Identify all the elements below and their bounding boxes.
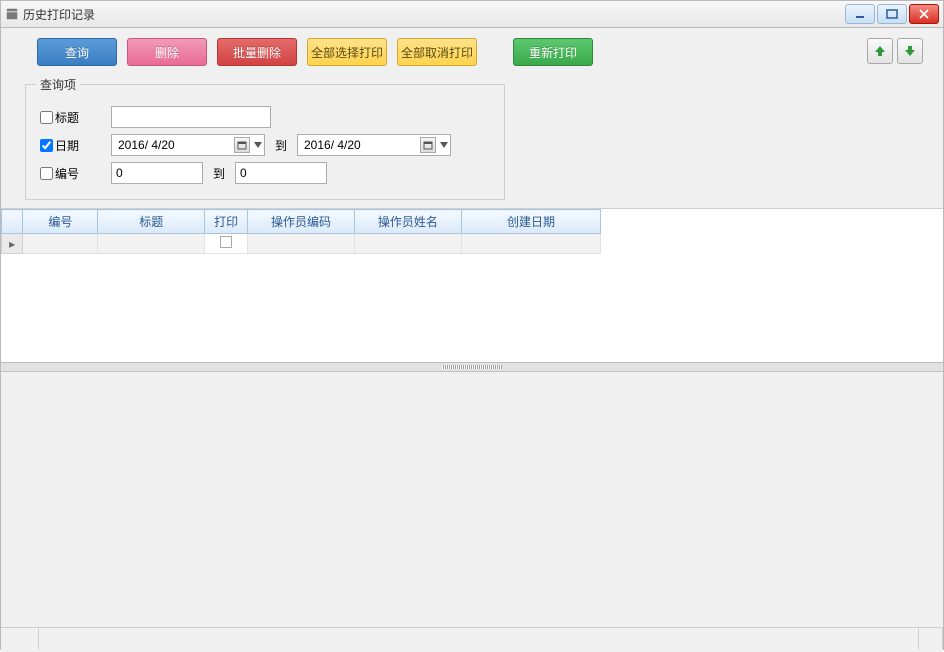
id-from-input[interactable]: [111, 162, 203, 184]
toolbar: 查询 删除 批量删除 全部选择打印 全部取消打印 重新打印: [1, 28, 943, 76]
results-table-area: 编号 标题 打印 操作员编码 操作员姓名 创建日期 ▸: [1, 208, 943, 362]
splitter-grip-icon: [442, 365, 502, 369]
date-to-picker[interactable]: 2016/ 4/20: [297, 134, 451, 156]
move-down-button[interactable]: [897, 38, 923, 64]
app-icon: [5, 7, 19, 21]
minimize-button[interactable]: [845, 4, 875, 24]
status-bar: [1, 627, 943, 649]
date-to-value: 2016/ 4/20: [304, 138, 361, 152]
col-operator-code[interactable]: 操作员编码: [248, 210, 355, 234]
filter-id-label: 编号: [55, 165, 111, 182]
filter-id-checkbox[interactable]: [40, 167, 53, 180]
title-bar: 历史打印记录: [0, 0, 944, 28]
maximize-button[interactable]: [877, 4, 907, 24]
col-operator-name[interactable]: 操作员姓名: [354, 210, 461, 234]
chevron-down-icon: [254, 142, 262, 148]
col-title[interactable]: 标题: [98, 210, 205, 234]
reprint-button[interactable]: 重新打印: [513, 38, 593, 66]
details-panel: [1, 372, 943, 652]
filter-date-checkbox[interactable]: [40, 139, 53, 152]
col-print[interactable]: 打印: [205, 210, 248, 234]
col-created-date[interactable]: 创建日期: [461, 210, 600, 234]
calendar-icon: [234, 137, 250, 153]
chevron-down-icon: [440, 142, 448, 148]
id-to-input[interactable]: [235, 162, 327, 184]
move-up-button[interactable]: [867, 38, 893, 64]
filter-date-label: 日期: [55, 137, 111, 154]
filter-title-label: 标题: [55, 109, 111, 126]
delete-button[interactable]: 删除: [127, 38, 207, 66]
row-header-corner: [2, 210, 23, 234]
calendar-icon: [420, 137, 436, 153]
deselect-all-print-button[interactable]: 全部取消打印: [397, 38, 477, 66]
results-table[interactable]: 编号 标题 打印 操作员编码 操作员姓名 创建日期 ▸: [1, 209, 601, 254]
close-button[interactable]: [909, 4, 939, 24]
date-to-label: 到: [271, 137, 291, 154]
col-id[interactable]: 编号: [23, 210, 98, 234]
filter-title-input[interactable]: [111, 106, 271, 128]
query-filters: 查询项 标题 日期 2016/ 4/20 到 2016/ 4/20: [25, 76, 505, 200]
horizontal-splitter[interactable]: [1, 362, 943, 372]
window-title: 历史打印记录: [23, 6, 95, 23]
date-from-value: 2016/ 4/20: [118, 138, 175, 152]
table-row[interactable]: ▸: [2, 234, 601, 254]
row-print-checkbox[interactable]: [220, 236, 232, 248]
query-button[interactable]: 查询: [37, 38, 117, 66]
query-legend: 查询项: [36, 76, 80, 93]
row-indicator: ▸: [2, 234, 23, 254]
filter-title-checkbox[interactable]: [40, 111, 53, 124]
id-to-label: 到: [209, 165, 229, 182]
batch-delete-button[interactable]: 批量删除: [217, 38, 297, 66]
date-from-picker[interactable]: 2016/ 4/20: [111, 134, 265, 156]
select-all-print-button[interactable]: 全部选择打印: [307, 38, 387, 66]
